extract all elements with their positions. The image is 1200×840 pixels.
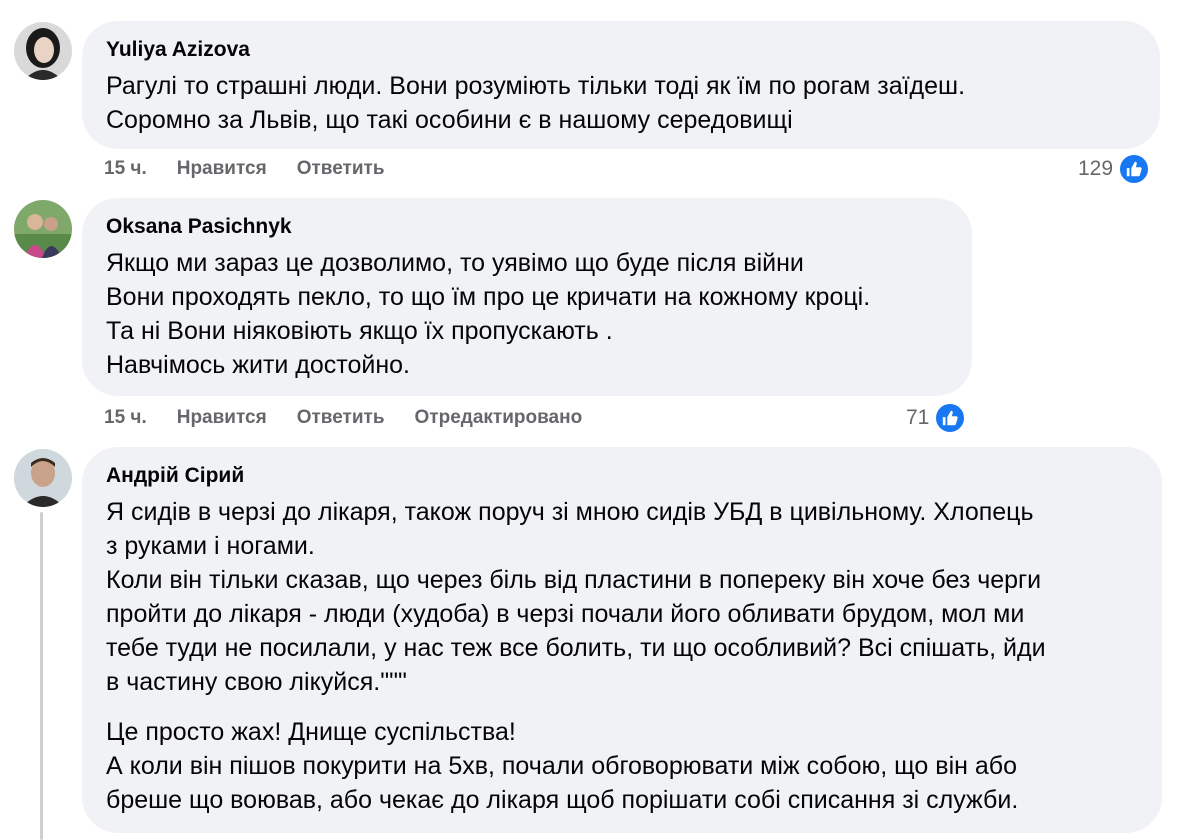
comment-text-line: Соромно за Львів, що такі особини є в на…	[106, 106, 793, 134]
comment-text-line: Та ні Вони ніяковіють якщо їх пропускают…	[106, 317, 613, 345]
like-button[interactable]: Нравится	[177, 407, 267, 429]
comment-text-line: Коли він тільки сказав, що через біль ві…	[106, 566, 1042, 594]
comment-author[interactable]: Андрій Сірий	[106, 463, 244, 489]
comment-bubble: Oksana Pasichnyk Якщо ми зараз це дозвол…	[82, 198, 972, 396]
reaction-summary[interactable]: 129	[1078, 152, 1152, 186]
reaction-count: 71	[906, 406, 930, 429]
comment-text-line: Я сидів в черзі до лікаря, також поруч з…	[106, 498, 1034, 526]
comments-page: Yuliya Azizova Рагулі то страшні люди. В…	[0, 0, 1200, 840]
comment-text-line: Навчімось жити достойно.	[106, 351, 410, 379]
edited-label[interactable]: Отредактировано	[415, 407, 583, 429]
comment-text-line: Вони проходять пекло, то що їм про це кр…	[106, 283, 871, 311]
reply-button[interactable]: Ответить	[297, 407, 385, 429]
reply-button[interactable]: Ответить	[297, 158, 385, 180]
comment-text-line: Якщо ми зараз це дозволимо, то уявімо що…	[106, 249, 804, 277]
reaction-count: 129	[1078, 157, 1114, 180]
comment-text-line: А коли він пішов покурити на 5хв, почали…	[106, 752, 1017, 780]
comment-actions: 15 ч. Нравится Ответить Отредактировано	[104, 407, 612, 429]
like-button[interactable]: Нравится	[177, 158, 267, 180]
comment-text-line: в частину свою лікуйся."""	[106, 668, 407, 696]
like-icon	[1117, 152, 1152, 186]
reply-thread-line	[40, 512, 43, 840]
comment-text-line: з руками і ногами.	[106, 532, 315, 560]
comment-text-line: бреше що воював, або чекає до лікаря щоб…	[106, 786, 1019, 814]
avatar[interactable]	[14, 22, 72, 80]
comment-text-line: тебе туди не посилали, у нас теж все бол…	[106, 634, 1046, 662]
comment-author[interactable]: Yuliya Azizova	[106, 37, 250, 63]
comment-author[interactable]: Oksana Pasichnyk	[106, 214, 292, 240]
reaction-summary[interactable]: 71	[906, 401, 968, 435]
avatar[interactable]	[14, 449, 72, 507]
comment-actions: 15 ч. Нравится Ответить	[104, 158, 415, 180]
comment-bubble: Андрій Сірий Я сидів в черзі до лікаря, …	[82, 447, 1162, 833]
comment-bubble: Yuliya Azizova Рагулі то страшні люди. В…	[82, 21, 1160, 149]
comment-timestamp[interactable]: 15 ч.	[104, 407, 147, 429]
like-icon	[933, 401, 968, 435]
comment-timestamp[interactable]: 15 ч.	[104, 158, 147, 180]
comment-text-line: пройти до лікаря - люди (худоба) в черзі…	[106, 600, 1025, 628]
avatar[interactable]	[14, 200, 72, 258]
comment-text-line: Це просто жах! Днище суспільства!	[106, 718, 516, 746]
comment-text-line: Рагулі то страшні люди. Вони розуміють т…	[106, 72, 966, 100]
